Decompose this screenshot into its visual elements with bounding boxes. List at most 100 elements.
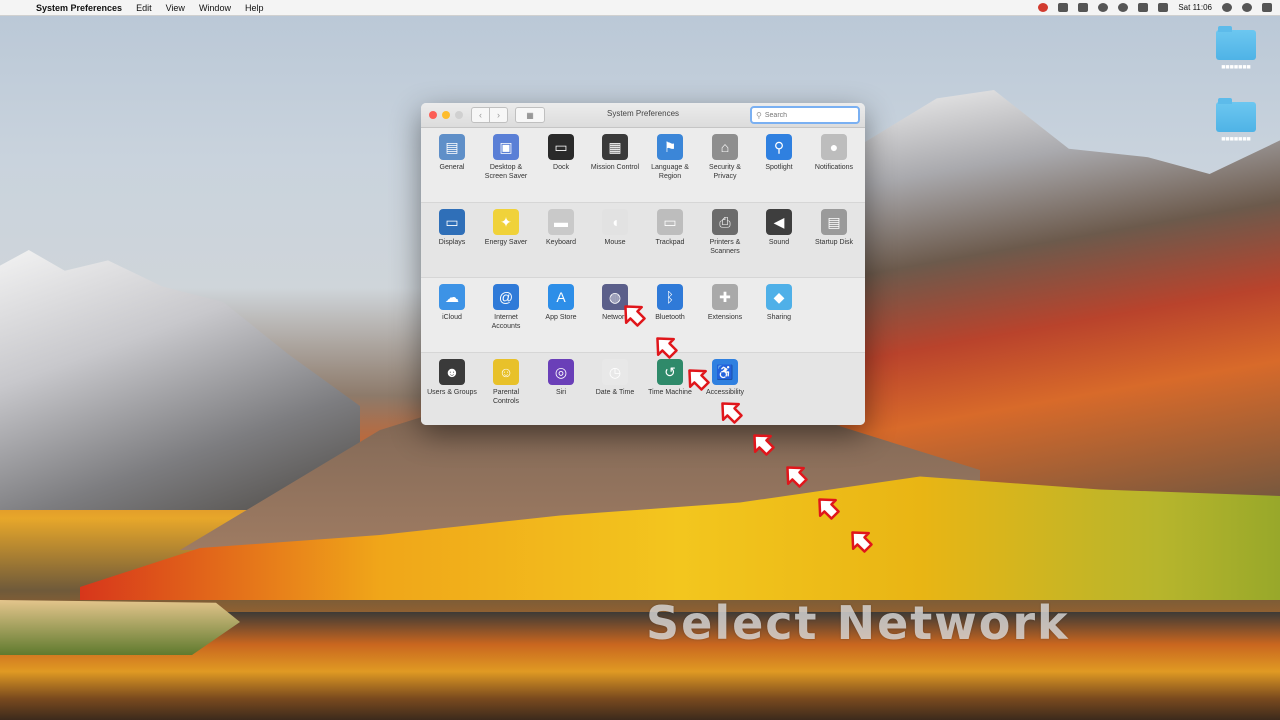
pane-label: Bluetooth — [655, 314, 685, 321]
lake-bank — [0, 600, 240, 655]
pane-label: Displays — [438, 239, 466, 246]
pane-label: Energy Saver — [484, 239, 528, 246]
pane-label: Spotlight — [765, 164, 793, 171]
app-store-icon: A — [548, 284, 574, 310]
menu-clock[interactable]: Sat 11:06 — [1178, 3, 1212, 12]
pane-label: Siri — [555, 389, 567, 396]
pane-row: ☻ Users & Groups ☺ Parental Controls ◎ Siri ◷ D… — [421, 353, 865, 425]
pane-keyboard[interactable]: ▬ Keyboard — [534, 209, 588, 247]
search-input[interactable] — [764, 111, 845, 119]
pane-language-region[interactable]: ⚑ Language & Region — [643, 134, 697, 181]
sharing-icon: ◆ — [766, 284, 792, 310]
pane-notifications[interactable]: ● Notifications — [807, 134, 861, 172]
pane-dock[interactable]: ▭ Dock — [534, 134, 588, 172]
pane-trackpad[interactable]: ▭ Trackpad — [643, 209, 697, 247]
menu-bar: System Preferences Edit View Window Help… — [0, 0, 1280, 16]
pane-accessibility[interactable]: ♿ Accessibility — [698, 359, 752, 397]
pane-row: ☁ iCloud @ Internet Accounts A App Store ◍ Netw… — [421, 278, 865, 353]
pane-sound[interactable]: ◀ Sound — [752, 209, 806, 247]
cloud-icon: ☁ — [439, 284, 465, 310]
pane-label: Network — [602, 314, 628, 321]
pane-parental-controls[interactable]: ☺ Parental Controls — [479, 359, 533, 406]
pane-general[interactable]: ▤ General — [425, 134, 479, 172]
flag-icon: ⚑ — [657, 134, 683, 160]
pane-label: General — [439, 164, 465, 171]
users-icon: ☻ — [439, 359, 465, 385]
siri-icon: ◎ — [548, 359, 574, 385]
spotlight-icon: ⚲ — [766, 134, 792, 160]
pane-printers-scanners[interactable]: ⎙ Printers & Scanners — [698, 209, 752, 256]
pane-spotlight[interactable]: ⚲ Spotlight — [752, 134, 806, 172]
time-machine-status-icon[interactable] — [1078, 3, 1089, 12]
at-icon: @ — [493, 284, 519, 310]
pane-label: App Store — [545, 314, 577, 321]
pane-app-store[interactable]: A App Store — [534, 284, 588, 322]
pane-internet-accounts[interactable]: @ Internet Accounts — [479, 284, 533, 331]
house-icon: ⌂ — [712, 134, 738, 160]
parental-icon: ☺ — [493, 359, 519, 385]
pane-desktop-screen-saver[interactable]: ▣ Desktop & Screen Saver — [479, 134, 533, 181]
pane-label: Accessibility — [705, 389, 745, 396]
bluetooth-icon: ᛒ — [657, 284, 683, 310]
notification-center-icon[interactable] — [1262, 3, 1272, 12]
pane-date-time[interactable]: ◷ Date & Time — [588, 359, 642, 397]
pane-sharing[interactable]: ◆ Sharing — [752, 284, 806, 322]
battery-icon[interactable] — [1158, 3, 1169, 12]
dock-icon: ▭ — [548, 134, 574, 160]
pane-label: Mission Control — [590, 164, 640, 171]
pane-label: Parental Controls — [492, 389, 520, 405]
pane-time-machine[interactable]: ↺ Time Machine — [643, 359, 697, 397]
folder-icon — [1216, 26, 1256, 60]
user-menu-icon[interactable] — [1242, 3, 1252, 12]
accessibility-icon: ♿ — [712, 359, 738, 385]
pane-label: Keyboard — [546, 239, 576, 246]
pane-extensions[interactable]: ✚ Extensions — [698, 284, 752, 322]
volume-icon[interactable] — [1138, 3, 1149, 12]
pane-siri[interactable]: ◎ Siri — [534, 359, 588, 397]
pane-label: Security & Privacy — [709, 164, 741, 180]
pane-energy-saver[interactable]: ✦ Energy Saver — [479, 209, 533, 247]
pane-network[interactable]: ◍ Network — [588, 284, 642, 322]
wifi-icon[interactable] — [1118, 3, 1129, 12]
spotlight-menu-icon[interactable] — [1222, 3, 1232, 12]
pane-bluetooth[interactable]: ᛒ Bluetooth — [643, 284, 697, 322]
search-field[interactable]: ⚲ — [750, 106, 860, 124]
menu-window[interactable]: Window — [199, 3, 231, 13]
pane-row: ▤ General ▣ Desktop & Screen Saver ▭ Dock ▦ Mis… — [421, 128, 865, 203]
search-icon: ⚲ — [756, 110, 762, 120]
pane-icloud[interactable]: ☁ iCloud — [425, 284, 479, 322]
desktop-icon: ▣ — [493, 134, 519, 160]
menu-help[interactable]: Help — [245, 3, 264, 13]
record-icon[interactable] — [1038, 3, 1049, 12]
pane-label: Users & Groups — [427, 389, 477, 396]
bluetooth-status-icon[interactable] — [1098, 3, 1109, 12]
folder-icon — [1216, 98, 1256, 132]
speaker-icon: ◀ — [766, 209, 792, 235]
pane-label: Sharing — [766, 314, 792, 321]
time-machine-icon: ↺ — [657, 359, 683, 385]
display-mirror-icon[interactable] — [1058, 3, 1069, 12]
notifications-icon: ● — [821, 134, 847, 160]
printer-icon: ⎙ — [712, 209, 738, 235]
pane-mission-control[interactable]: ▦ Mission Control — [588, 134, 642, 172]
menu-app-name[interactable]: System Preferences — [36, 3, 122, 13]
pane-label: Trackpad — [655, 239, 685, 246]
pane-label: Internet Accounts — [491, 314, 521, 330]
pane-label: Date & Time — [595, 389, 635, 396]
desktop-folder-label: ■■■■■■■ — [1221, 64, 1251, 71]
keyboard-icon: ▬ — [548, 209, 574, 235]
pane-security-privacy[interactable]: ⌂ Security & Privacy — [698, 134, 752, 181]
desktop-folder[interactable]: ■■■■■■■ — [1216, 98, 1256, 143]
pane-displays[interactable]: ▭ Displays — [425, 209, 479, 247]
display-icon: ▭ — [439, 209, 465, 235]
desktop-folder[interactable]: ■■■■■■■ — [1216, 26, 1256, 71]
pane-users-groups[interactable]: ☻ Users & Groups — [425, 359, 479, 397]
clock-icon: ◷ — [602, 359, 628, 385]
bulb-icon: ✦ — [493, 209, 519, 235]
pane-mouse[interactable]: ◖ Mouse — [588, 209, 642, 247]
menu-view[interactable]: View — [166, 3, 185, 13]
window-titlebar[interactable]: ‹ › ▦ System Preferences ⚲ — [421, 103, 865, 128]
menu-edit[interactable]: Edit — [136, 3, 152, 13]
pane-label: Startup Disk — [814, 239, 854, 246]
pane-startup-disk[interactable]: ▤ Startup Disk — [807, 209, 861, 247]
